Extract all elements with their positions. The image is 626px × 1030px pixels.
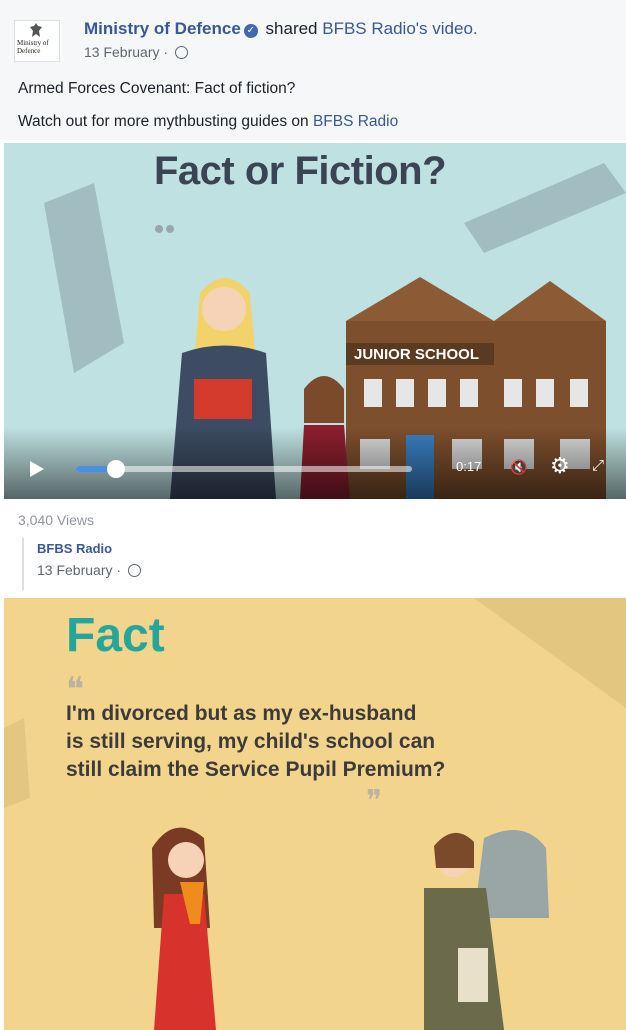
avatar-label: Ministry of Defence (17, 39, 49, 55)
post-text-line-2: Watch out for more mythbusting guides on… (18, 113, 398, 131)
progress-track[interactable] (76, 466, 412, 472)
school-sign: JUNIOR SCHOOL (354, 346, 480, 363)
shared-source-link[interactable]: BFBS Radio's video. (322, 19, 477, 38)
question-line-1: I'm divorced but as my ex-husband (66, 702, 417, 725)
globe-icon (174, 46, 188, 59)
globe-icon (127, 564, 141, 577)
crest-icon (30, 23, 42, 37)
video-player[interactable]: Fact or Fiction? JUNIOR SCHOOL 0:17 🔇 ⚙ … (4, 143, 626, 499)
fullscreen-icon[interactable]: ⤢ (592, 457, 604, 474)
post-date[interactable]: 13 February · (84, 44, 172, 60)
play-icon[interactable] (30, 461, 44, 477)
shared-meta: 13 February · (37, 562, 141, 578)
author-link[interactable]: Ministry of Defence (84, 19, 241, 38)
verified-icon: ✓ (243, 24, 258, 38)
shared-divider (22, 538, 24, 590)
shared-date[interactable]: 13 February · (37, 562, 125, 578)
ministry-avatar[interactable]: Ministry of Defence (14, 20, 60, 62)
bfbs-radio-link[interactable]: BFBS Radio (313, 113, 398, 130)
question-line-3: still claim the Service Pupil Premium? (66, 758, 446, 781)
shared-action-text: shared (260, 19, 323, 38)
controls-shade (4, 427, 626, 499)
question-line-2: is still serving, my child's school can (66, 730, 436, 753)
shared-author-link[interactable]: BFBS Radio (37, 541, 112, 556)
closing-quote-icon: ❞ (366, 785, 383, 818)
fact-heading: Fact (66, 609, 165, 662)
video-title: Fact or Fiction? (154, 149, 447, 193)
post-meta: 13 February · (84, 44, 188, 60)
red-dress-woman-figure (152, 827, 216, 1030)
post-header: Ministry of Defence Ministry of Defence ✓… (0, 0, 626, 140)
view-count: 3,040 Views (18, 512, 95, 528)
volume-icon[interactable]: 🔇 (510, 459, 527, 476)
fact-panel-image: Fact ❝ I'm divorced but as my ex-husband… (4, 598, 626, 1030)
post-text-prefix: Watch out for more mythbusting guides on (18, 113, 313, 130)
gear-icon[interactable]: ⚙ (550, 455, 570, 477)
soldier-woman-figure (424, 830, 549, 1030)
post-text-line-1: Armed Forces Covenant: Fact of fiction? (18, 80, 296, 97)
time-remaining: 0:17 (456, 459, 482, 474)
post-author-line: Ministry of Defence ✓ shared BFBS Radio's… (84, 19, 478, 39)
quote-mark-icon (155, 225, 174, 233)
